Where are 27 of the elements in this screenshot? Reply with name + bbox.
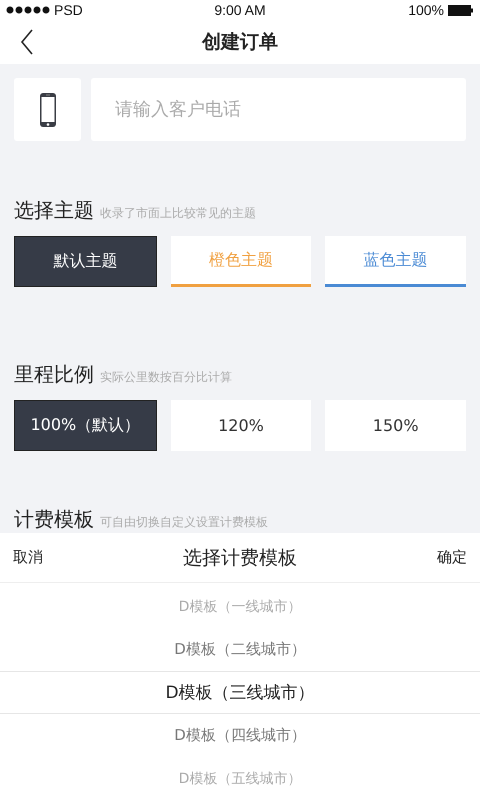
back-icon [20,29,34,56]
option-button[interactable]: 120% [170,400,312,451]
picker-option[interactable]: D模板（四线城市） [0,714,480,757]
option-button[interactable]: 150% [325,400,466,451]
option-button[interactable]: 默认主题 [14,236,157,287]
section-title: 选择主题 [14,197,94,224]
clock-time: 9:00 AM [214,2,266,18]
picker-option[interactable]: D模板（二线城市） [0,628,480,671]
page-title: 创建订单 [202,30,278,56]
section-hint: 收录了市面上比较常见的主题 [100,205,256,222]
phone-icon [38,92,56,128]
cancel-button[interactable]: 取消 [13,548,43,567]
back-button[interactable] [20,29,34,56]
section-hint: 实际公里数按百分比计算 [100,369,232,386]
phone-input-field[interactable]: 请输入客户电话 [91,78,466,141]
battery-percent: 100% [408,2,444,18]
picker-title: 选择计费模板 [183,546,297,570]
section-title: 计费模板 [14,506,94,533]
picker-option[interactable]: D模板（三线城市） [0,671,480,714]
confirm-button[interactable]: 确定 [437,548,467,567]
section-hint: 可自由切换自定义设置计费模板 [100,514,268,531]
battery-icon [448,4,474,16]
option-button[interactable]: 100%（默认） [14,400,157,451]
signal-icon [6,6,50,14]
option-button[interactable]: 蓝色主题 [325,236,466,287]
section-title: 里程比例 [14,361,94,388]
carrier-name: PSD [54,2,83,18]
